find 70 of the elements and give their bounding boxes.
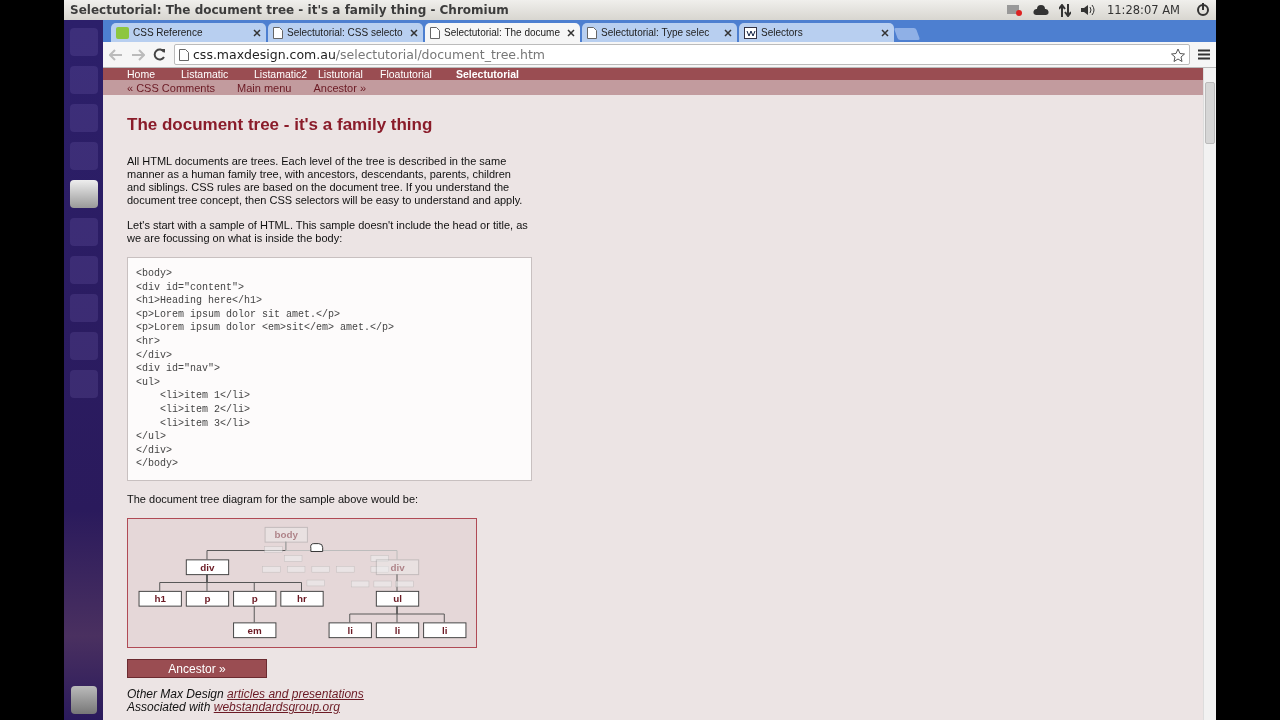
site-nav-link[interactable]: Floatutorial (380, 68, 456, 80)
page-icon (587, 26, 597, 39)
url-path: /selectutorial/document_tree.htm (335, 47, 546, 62)
reload-icon[interactable] (153, 48, 166, 61)
tab-title: Selectutorial: CSS selecto (287, 27, 404, 38)
address-bar[interactable]: css.maxdesign.com.au/selectutorial/document_tree.htm (174, 44, 1190, 65)
tree-node: li (375, 622, 420, 639)
page-icon (273, 26, 283, 39)
network-icon[interactable] (1058, 3, 1071, 17)
sub-nav-link[interactable]: « CSS Comments (127, 81, 216, 94)
tree-node: div (185, 559, 230, 576)
menu-icon[interactable] (1198, 49, 1210, 60)
tab-title: Selectors (761, 27, 804, 38)
tree-node: ul (375, 590, 420, 607)
browser-tab[interactable]: Selectutorial: Type selec (582, 23, 737, 42)
tab-title: Selectutorial: The docume (444, 27, 561, 38)
window-title: Selectutorial: The document tree - it's a family thing - Chromium (70, 3, 510, 17)
paragraph: Let's start with a sample of HTML. This sample doesn't include the head or title, as we are focussing on what is inside the body: (127, 219, 529, 245)
close-icon[interactable] (410, 28, 418, 37)
site-icon (744, 26, 757, 39)
scroll-thumb[interactable] (1205, 82, 1215, 144)
site-nav-link[interactable]: Listamatic (181, 68, 254, 80)
page-icon (179, 48, 189, 61)
tree-node: h1 (138, 590, 182, 607)
tree-node: em (233, 622, 277, 639)
sub-nav-link[interactable]: Ancestor » (313, 81, 367, 94)
browser-tab[interactable]: Selectutorial: CSS selecto (268, 23, 423, 42)
recording-icon (1006, 4, 1023, 16)
footer-link[interactable]: articles and presentations (227, 687, 364, 702)
scrollbar[interactable] (1203, 68, 1216, 720)
sub-nav-link[interactable]: Main menu (237, 81, 292, 94)
star-icon[interactable] (1171, 47, 1185, 62)
tree-node: hr (280, 590, 324, 607)
tab-title: Selectutorial: Type selec (601, 27, 711, 38)
close-icon[interactable] (724, 28, 732, 37)
close-icon[interactable] (881, 28, 889, 37)
connector-line (396, 573, 398, 592)
ancestor-button[interactable]: Ancestor » (127, 659, 267, 679)
cloud-icon[interactable] (1032, 5, 1049, 15)
page-heading: The document tree - it's a family thing (127, 115, 434, 135)
browser-tab[interactable]: CSS Reference (111, 23, 266, 42)
site-nav-link[interactable]: Listutorial (318, 68, 380, 80)
tab-title: CSS Reference (133, 27, 204, 38)
trash-icon[interactable] (70, 686, 97, 714)
page-icon (430, 26, 440, 39)
footer-line: Other Max Design articles and presentations (127, 688, 365, 702)
close-icon[interactable] (567, 28, 575, 37)
site-nav-link[interactable]: Listamatic2 (254, 68, 318, 80)
volume-icon[interactable] (1080, 4, 1097, 16)
close-icon[interactable] (253, 28, 261, 37)
url-host: css.maxdesign.com.au (193, 47, 336, 62)
tree-node: div (375, 559, 420, 576)
clock[interactable]: 11:28:07 AM (1106, 3, 1180, 17)
diagram-caption: The document tree diagram for the sample above would be: (127, 492, 420, 506)
footer-line: Associated with webstandardsgroup.org (127, 701, 340, 715)
paragraph: All HTML documents are trees. Each level of the tree is described in the same manner as a human family tree, with ancestors, descendants, parents, children and siblings. CSS rules are based on the document tree. If you understand the document tree concept, then CSS selectors will be easy to understand and apply. (127, 155, 524, 207)
connector-line (253, 605, 255, 623)
launcher-icon[interactable] (69, 180, 98, 208)
browser-tab[interactable]: Selectors (739, 23, 894, 42)
code-sample: <body> <div id="content"> <h1>Heading here</h1> <p>Lorem ipsum dolor sit amet.</p> <p>Lorem ipsum dolor <em>sit</em> amet.</p> <hr> </div> <div id="nav"> <ul> <li>item 1</li> <li>item 2</li> <li>item 3</li> </ul> </div> </body> (127, 257, 532, 481)
browser-tab[interactable]: Selectutorial: The docume (425, 23, 580, 42)
tree-node: p (233, 590, 277, 607)
tree-node: li (423, 622, 467, 639)
site-nav-link[interactable]: Selectutorial (456, 68, 546, 80)
tree-node: p (185, 590, 230, 607)
power-icon[interactable] (1196, 3, 1210, 17)
site-nav-link[interactable]: Home (127, 68, 181, 80)
footer-link[interactable]: webstandardsgroup.org (213, 700, 340, 715)
tree-node: body (264, 526, 308, 543)
tree-node: li (328, 622, 372, 639)
